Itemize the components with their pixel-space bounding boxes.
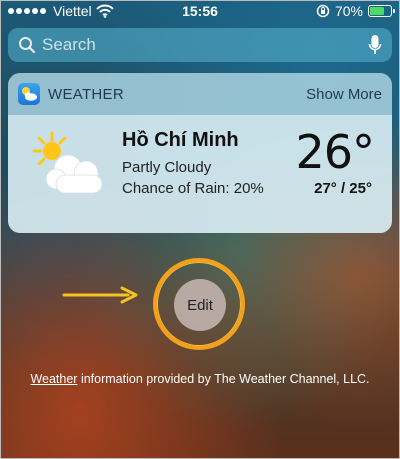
widget-title: WEATHER: [48, 85, 124, 103]
weather-link[interactable]: Weather: [30, 372, 77, 386]
search-bar[interactable]: Search: [8, 28, 392, 62]
attribution-footer: Weather information provided by The Weat…: [0, 372, 400, 386]
search-placeholder[interactable]: Search: [42, 35, 368, 55]
current-temperature: 26°: [295, 125, 375, 179]
widget-body[interactable]: Hồ Chí Minh Partly Cloudy Chance of Rain…: [8, 115, 392, 233]
temperature-range: 27° / 25°: [314, 180, 372, 197]
weather-widget[interactable]: WEATHER Show More Hồ Chí Minh Partly Clo…: [8, 73, 392, 233]
edit-button[interactable]: Edit: [174, 279, 226, 331]
weather-condition: Partly Cloudy: [122, 159, 212, 176]
search-icon: [19, 37, 36, 54]
arrow-icon: [62, 286, 138, 304]
attribution-text: information provided by The Weather Chan…: [77, 372, 370, 386]
partly-cloudy-icon: [32, 131, 103, 194]
city-name: Hồ Chí Minh: [122, 129, 239, 151]
battery-percent: 70%: [334, 3, 363, 19]
show-more-button[interactable]: Show More: [306, 86, 382, 103]
battery-icon: [368, 5, 395, 17]
microphone-icon[interactable]: [368, 34, 382, 56]
status-bar: Viettel 15:56 70%: [0, 0, 400, 22]
weather-app-icon: [18, 83, 40, 105]
status-right: 70%: [316, 3, 395, 19]
orientation-lock-icon: [316, 4, 330, 18]
rain-chance: Chance of Rain: 20%: [122, 180, 264, 197]
battery-fill: [370, 7, 384, 15]
widget-header: WEATHER Show More: [8, 73, 392, 115]
